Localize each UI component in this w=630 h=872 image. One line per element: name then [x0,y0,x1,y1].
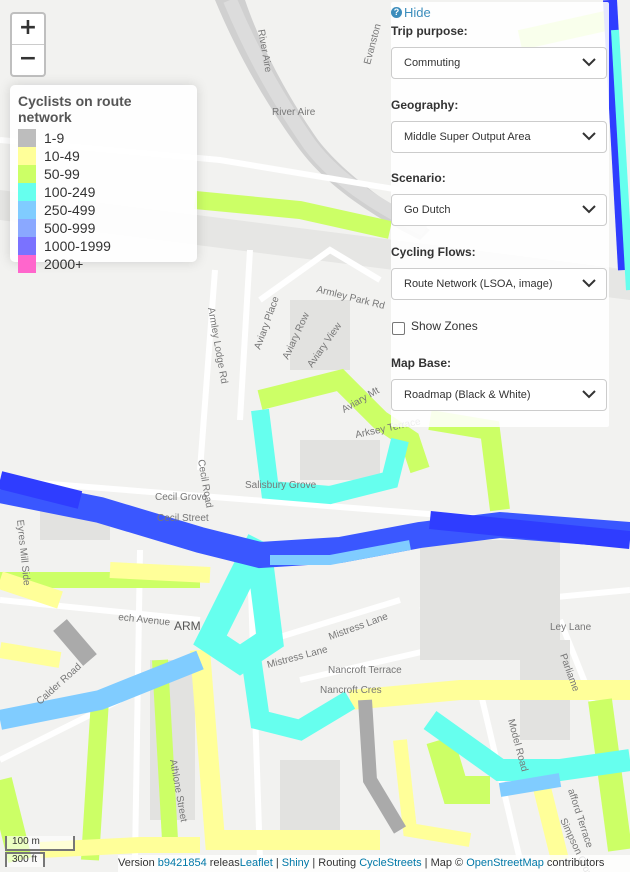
legend-label: 100-249 [44,184,96,200]
legend-label: 250-499 [44,202,96,218]
label-salisbury-grove: Salisbury Grove [245,480,317,491]
shiny-link[interactable]: Shiny [282,857,310,869]
zoom-in-button[interactable]: + [12,14,44,44]
legend-swatch [18,219,36,237]
cyclestreets-link[interactable]: CycleStreets [359,857,421,869]
version-prefix: Version [118,857,158,869]
legend-label: 10-49 [44,148,80,164]
legend-swatch [18,129,36,147]
label-armley: ARM [174,619,201,633]
label-ley-lane: Ley Lane [550,622,592,633]
released-text: releas [206,857,240,869]
legend-label: 50-99 [44,166,80,182]
legend-title: Cyclists on route network [18,93,132,125]
legend-swatch [18,237,36,255]
show-zones-label: Show Zones [411,319,478,333]
attribution-bar: Version b9421854 releasLeaflet | Shiny |… [118,855,630,872]
openstreetmap-link[interactable]: OpenStreetMap [466,857,544,869]
zoom-out-button[interactable]: − [12,44,44,75]
cycling-flows-value: Route Network (LSOA, image) [404,278,553,290]
label-nancroft-terrace: Nancroft Terrace [328,665,402,676]
map-prefix: | Map © [421,857,467,869]
version-link[interactable]: b9421854 [158,857,207,869]
map-base-label: Map Base: [391,356,452,370]
control-panel: ? Hide Trip purpose: Commuting Geography… [391,2,609,427]
show-zones-checkbox[interactable] [392,322,405,335]
chevron-down-icon [582,132,596,141]
legend-label: 500-999 [44,220,96,236]
scenario-select[interactable]: Go Dutch [391,194,607,226]
scenario-value: Go Dutch [404,204,451,216]
scenario-label: Scenario: [391,171,446,185]
legend-item: 100-249 [18,183,189,201]
label-cecil-grove: Cecil Grove [155,492,208,503]
legend-label: 2000+ [44,256,84,272]
legend-item: 500-999 [18,219,189,237]
legend-swatch [18,165,36,183]
scale-metric: 100 m [5,836,75,851]
question-icon: ? [391,7,402,18]
legend-swatch [18,201,36,219]
legend-label: 1000-1999 [44,238,111,254]
routing-prefix: | Routing [309,857,360,869]
hide-label: Hide [404,5,431,20]
trip-purpose-select[interactable]: Commuting [391,47,607,79]
zoom-control: + − [10,12,46,77]
geography-label: Geography: [391,98,459,112]
legend-item: 250-499 [18,201,189,219]
cycling-flows-select[interactable]: Route Network (LSOA, image) [391,268,607,300]
legend-item: 1000-1999 [18,237,189,255]
geography-select[interactable]: Middle Super Output Area [391,121,607,153]
chevron-down-icon [582,58,596,67]
legend-item: 2000+ [18,255,189,273]
geography-value: Middle Super Output Area [404,131,531,143]
legend-item: 1-9 [18,129,189,147]
map-base-value: Roadmap (Black & White) [404,389,531,401]
legend: Cyclists on route network 1-9 10-49 50-9… [10,85,197,273]
map-base-select[interactable]: Roadmap (Black & White) [391,379,607,411]
leaflet-link[interactable]: Leaflet [240,857,273,869]
label-river-aire-2: River Aire [272,107,316,118]
chevron-down-icon [582,390,596,399]
legend-swatch [18,147,36,165]
legend-item: 50-99 [18,165,189,183]
legend-item: 10-49 [18,147,189,165]
legend-swatch [18,255,36,273]
contributors-text: contributors [543,857,605,869]
trip-purpose-value: Commuting [404,57,461,69]
separator: | [272,857,282,869]
label-nancroft-cres: Nancroft Cres [320,685,382,696]
cycling-flows-label: Cycling Flows: [391,245,476,259]
label-cecil-street: Cecil Street [157,513,209,524]
trip-purpose-label: Trip purpose: [391,24,468,38]
chevron-down-icon [582,279,596,288]
hide-panel-link[interactable]: ? Hide [391,5,431,20]
scale-bar: 100 m 300 ft [5,836,75,867]
chevron-down-icon [582,205,596,214]
legend-swatch [18,183,36,201]
scale-imperial: 300 ft [5,852,45,867]
legend-label: 1-9 [44,130,65,146]
